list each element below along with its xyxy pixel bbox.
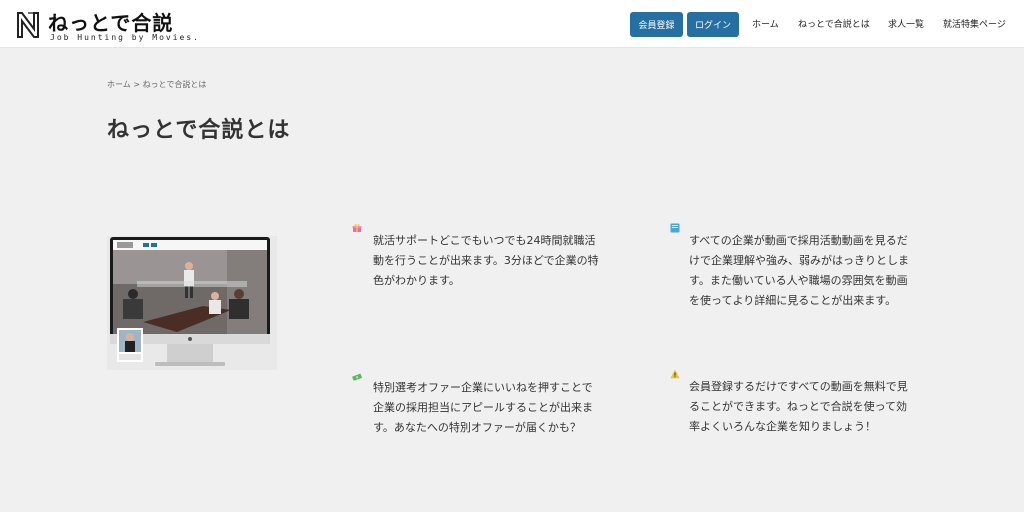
- feature-text-anytime: 就活サポートどこでもいつでも24時間就職活動を行うことが出来ます。3分ほどで企業…: [373, 234, 599, 287]
- login-button[interactable]: ログイン: [687, 12, 739, 37]
- logo-subtitle: Job Hunting by Movies.: [50, 33, 200, 42]
- logo-title: ねっとで合説: [48, 11, 174, 35]
- register-button[interactable]: 会員登録: [630, 12, 683, 37]
- site-header: ねっとで合説 Job Hunting by Movies. 会員登録 ログイン …: [0, 0, 1024, 48]
- page-title: ねっとで合説とは: [107, 118, 291, 143]
- breadcrumb: ホーム > ねっとで合説とは: [107, 79, 206, 90]
- warning-icon: [670, 369, 680, 379]
- site-logo[interactable]: ねっとで合説 Job Hunting by Movies.: [16, 6, 206, 44]
- feature-text-free: 会員登録するだけですべての動画を無料で見ることができます。ねっとで合説を使って効…: [689, 380, 908, 433]
- breadcrumb-current: ねっとで合説とは: [142, 80, 207, 89]
- nav-home-link[interactable]: ホーム: [752, 17, 779, 30]
- nav-about-link[interactable]: ねっとで合説とは: [798, 17, 870, 30]
- nav-special-link[interactable]: 就活特集ページ: [943, 17, 1006, 30]
- feature-text-video: すべての企業が動画で採用活動動画を見るだけで企業理解や強み、弱みがはっきりとしま…: [689, 234, 909, 307]
- feature-text-offer: 特別選考オファー企業にいいねを押すことで企業の採用担当にアピールすることが出来ま…: [373, 381, 593, 434]
- nav-jobs-link[interactable]: 求人一覧: [888, 17, 924, 30]
- logo-mark-icon: [17, 12, 39, 38]
- gift-icon: [352, 224, 362, 232]
- breadcrumb-separator: >: [133, 80, 141, 89]
- money-icon: [352, 373, 362, 381]
- notebook-icon: [670, 223, 680, 233]
- hero-monitor-image: [107, 236, 277, 370]
- breadcrumb-home-link[interactable]: ホーム: [107, 80, 131, 89]
